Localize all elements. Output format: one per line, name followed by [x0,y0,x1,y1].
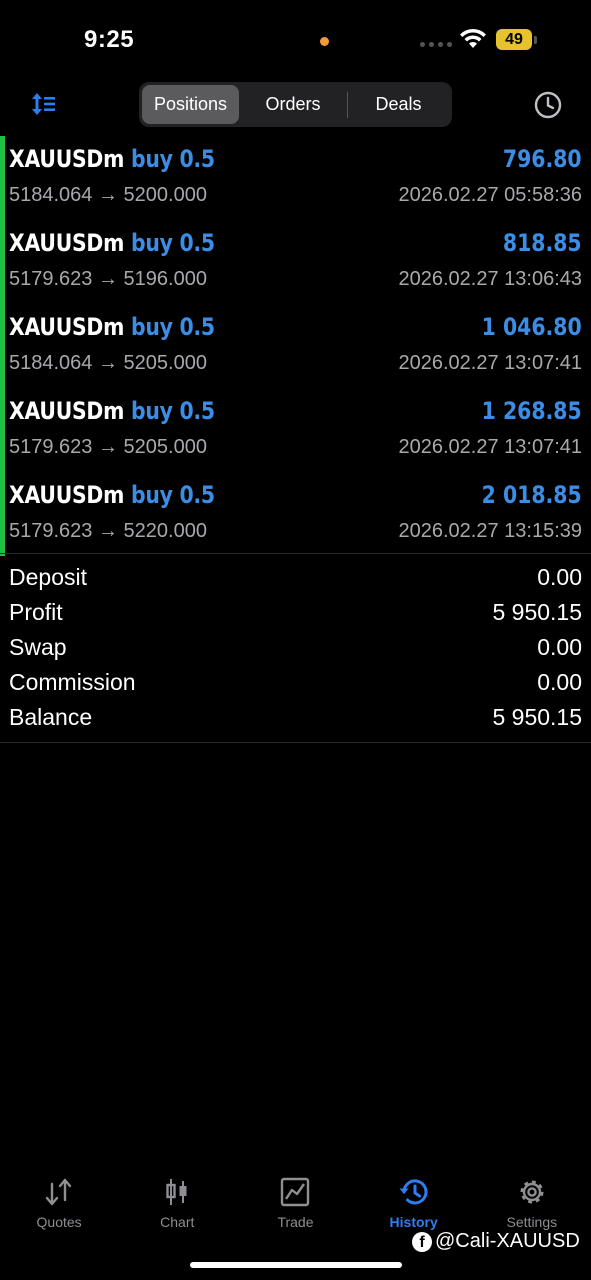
status-bar: 9:25 49 [0,0,591,80]
cellular-signal-icon [420,42,452,47]
tab-trade[interactable]: Trade [236,1170,354,1240]
deal-symbol: XAUUSDm buy 0.5 [9,397,215,425]
tab-quotes[interactable]: Quotes [0,1170,118,1240]
deal-time: 2026.02.27 13:15:39 [398,520,582,542]
deal-time: 2026.02.27 13:07:41 [398,352,582,374]
wifi-icon [460,28,486,48]
tab-chart[interactable]: Chart [118,1170,236,1240]
deal-symbol: XAUUSDm buy 0.5 [9,229,215,257]
deal-symbol: XAUUSDm buy 0.5 [9,481,215,509]
deal-profit: 1 268.85 [481,397,582,425]
trade-icon [281,1177,310,1207]
summary-label: Commission [9,669,136,695]
deal-row[interactable]: XAUUSDm buy 0.5 796.80 5184.064 → 5200.0… [0,136,591,220]
deal-row[interactable]: XAUUSDm buy 0.5 818.85 5179.623 → 5196.0… [0,220,591,304]
deal-direction: buy 0.5 [130,313,215,341]
buy-indicator-bar [0,220,5,304]
divider [0,742,591,743]
buy-indicator-bar [0,472,5,556]
deal-symbol: XAUUSDm buy 0.5 [9,145,215,173]
segment-orders[interactable]: Orders [239,85,347,124]
segment-positions[interactable]: Positions [142,85,239,124]
summary-value: 5 950.15 [492,704,582,730]
deal-row[interactable]: XAUUSDm buy 0.5 1 046.80 5184.064 → 5205… [0,304,591,388]
summary-row-swap: Swap 0.00 [0,630,591,665]
deal-direction: buy 0.5 [130,481,215,509]
settings-icon [520,1180,544,1204]
segmented-control: Positions Orders Deals [139,82,452,127]
deal-row[interactable]: XAUUSDm buy 0.5 1 268.85 5179.623 → 5205… [0,388,591,472]
summary-label: Balance [9,704,93,730]
battery-level: 49 [496,29,532,50]
history-header: Positions Orders Deals [0,82,591,128]
home-indicator[interactable] [190,1262,402,1268]
tab-label: Quotes [36,1214,82,1230]
segment-deals[interactable]: Deals [348,85,449,124]
divider [0,553,591,554]
deal-profit: 818.85 [503,229,582,257]
facebook-icon: f [412,1231,432,1252]
chart-icon [166,1179,187,1205]
deal-symbol: XAUUSDm buy 0.5 [9,313,215,341]
privacy-indicator-dot [320,37,329,46]
summary-label: Profit [9,599,63,625]
deal-prices: 5184.064 → 5200.000 [9,184,207,206]
quotes-icon [45,1178,72,1206]
summary-panel: Deposit 0.00 Profit 5 950.15 Swap 0.00 C… [0,560,591,735]
summary-row-deposit: Deposit 0.00 [0,560,591,595]
summary-value: 0.00 [537,564,582,590]
summary-label: Deposit [9,564,87,590]
deal-prices: 5179.623 → 5205.000 [9,436,207,458]
deal-direction: buy 0.5 [130,145,215,173]
deal-profit: 796.80 [503,145,582,173]
status-time: 9:25 [84,26,135,53]
tab-label: History [389,1214,438,1230]
history-icon [399,1179,428,1205]
deal-time: 2026.02.27 13:06:43 [398,268,582,290]
summary-value: 5 950.15 [492,599,582,625]
sort-icon[interactable] [30,90,60,118]
deals-list: XAUUSDm buy 0.5 796.80 5184.064 → 5200.0… [0,136,591,556]
deal-prices: 5179.623 → 5220.000 [9,520,207,542]
deal-prices: 5184.064 → 5205.000 [9,352,207,374]
battery-icon: 49 [496,29,537,50]
deal-direction: buy 0.5 [130,397,215,425]
deal-time: 2026.02.27 05:58:36 [398,184,582,206]
summary-row-commission: Commission 0.00 [0,665,591,700]
tab-label: Trade [277,1214,314,1230]
clock-icon[interactable] [533,90,563,120]
summary-row-balance: Balance 5 950.15 [0,700,591,735]
watermark-text: @Cali-XAUUSD [435,1230,580,1252]
deal-prices: 5179.623 → 5196.000 [9,268,207,290]
tab-label: Settings [506,1214,558,1230]
summary-value: 0.00 [537,634,582,660]
tab-label: Chart [160,1214,195,1230]
watermark: f @Cali-XAUUSD [412,1230,580,1253]
buy-indicator-bar [0,388,5,472]
buy-indicator-bar [0,304,5,388]
deal-row[interactable]: XAUUSDm buy 0.5 2 018.85 5179.623 → 5220… [0,472,591,556]
deal-profit: 1 046.80 [481,313,582,341]
deal-time: 2026.02.27 13:07:41 [398,436,582,458]
deal-direction: buy 0.5 [130,229,215,257]
summary-row-profit: Profit 5 950.15 [0,595,591,630]
summary-label: Swap [9,634,67,660]
summary-value: 0.00 [537,669,582,695]
deal-profit: 2 018.85 [481,481,582,509]
buy-indicator-bar [0,136,5,220]
